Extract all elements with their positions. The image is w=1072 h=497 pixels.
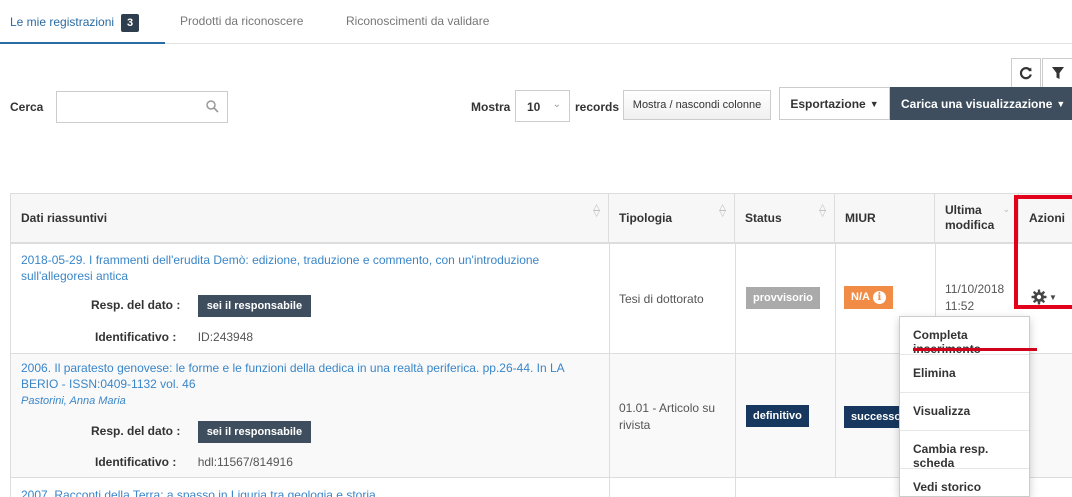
export-label: Esportazione — [790, 96, 866, 111]
search-icon — [206, 100, 219, 113]
search-label: Cerca — [10, 100, 44, 114]
identifier-label: Identificativo : — [95, 455, 177, 469]
export-button[interactable]: Esportazione ▼ — [779, 87, 890, 120]
filter-button[interactable] — [1042, 58, 1072, 88]
records-label: records — [575, 100, 620, 114]
menu-item-delete[interactable]: Elimina — [900, 366, 1029, 380]
record-title-link[interactable]: 2006. Il paratesto genovese: le forme e … — [21, 360, 591, 392]
record-title-link[interactable]: 2018-05-29. I frammenti dell'erudita Dem… — [21, 252, 591, 284]
tab-label: Riconoscimenti da validare — [346, 14, 490, 28]
responsible-button[interactable]: sei il responsabile — [197, 421, 312, 443]
identifier-field: Identificativo : hdl:11567/814916 — [95, 455, 293, 469]
type-value: Tesi di dottorato — [619, 292, 704, 306]
menu-item-view[interactable]: Visualizza — [900, 404, 1029, 418]
header-label: Status — [745, 211, 782, 225]
refresh-button[interactable] — [1011, 58, 1041, 88]
column-header-status[interactable]: Status △ ▽ — [735, 194, 835, 244]
header-label: MIUR — [845, 211, 876, 225]
responsible-button[interactable]: sei il responsabile — [197, 295, 312, 317]
author-link[interactable]: Pastorini, Anna Maria — [21, 395, 126, 407]
show-label: Mostra — [471, 100, 511, 114]
record-title-link[interactable]: 2007. Racconti della Terra: a spasso in … — [21, 487, 591, 497]
status-badge: definitivo — [746, 405, 809, 427]
resp-label: Resp. del dato : — [91, 298, 181, 312]
last-modified: 11/10/2018 11:52 — [945, 281, 1004, 315]
column-header-miur[interactable]: MIUR — [835, 194, 935, 244]
load-view-button[interactable]: Carica una visualizzazione ▼ — [890, 87, 1072, 120]
tab-label: Le mie registrazioni — [10, 15, 115, 30]
toggle-columns-label: Mostra / nascondi colonne — [632, 99, 762, 111]
type-value: 01.01 - Articolo su rivista — [619, 401, 716, 432]
toggle-columns-button[interactable]: Mostra / nascondi colonne — [623, 90, 771, 120]
info-icon: i — [872, 291, 886, 304]
tab-bar: Le mie registrazioni 3 Prodotti da ricono… — [0, 0, 1072, 44]
page-size-select[interactable]: 10 ⌄ — [515, 90, 570, 122]
highlight-annotation — [1014, 195, 1072, 309]
resp-label: Resp. del dato : — [91, 424, 181, 438]
highlight-underline — [913, 348, 1037, 351]
header-label: Dati riassuntivi — [21, 211, 108, 225]
load-view-label: Carica una visualizzazione — [901, 96, 1053, 111]
menu-divider — [900, 430, 1029, 431]
count-badge: 3 — [121, 14, 140, 32]
resp-field: Resp. del dato : sei il responsabile — [91, 295, 312, 317]
status-badge: provvisorio — [746, 287, 820, 309]
tab-products-to-recognize[interactable]: Prodotti da riconoscere — [180, 14, 303, 28]
modified-date: 11/10/2018 — [945, 282, 1005, 296]
miur-value: N/A — [851, 291, 870, 303]
menu-item-complete-entry[interactable]: Completa inserimento — [900, 328, 1029, 356]
page-size-value: 10 — [527, 100, 541, 114]
column-header-type[interactable]: Tipologia △ ▽ — [609, 194, 735, 244]
identifier-value: hdl:11567/814916 — [197, 455, 293, 469]
column-header-last-modified[interactable]: Ultima modifica ⌄ — [935, 194, 1019, 244]
caret-down-icon: ▼ — [1056, 98, 1066, 109]
modified-time: 11:52 — [945, 299, 975, 313]
chevron-down-icon: ⌄ — [552, 99, 561, 110]
active-tab-indicator — [0, 42, 165, 44]
menu-item-view-history[interactable]: Vedi storico — [900, 480, 1029, 494]
search-input[interactable] — [57, 92, 197, 122]
caret-down-icon: ▼ — [869, 98, 879, 109]
menu-divider — [900, 354, 1029, 355]
tab-recognitions-to-validate[interactable]: Riconoscimenti da validare — [346, 14, 489, 28]
column-header-summary[interactable]: Dati riassuntivi △ ▽ — [11, 194, 609, 244]
sort-icon: △ ▽ — [593, 202, 600, 218]
tab-my-registrations[interactable]: Le mie registrazioni 3 — [10, 14, 140, 32]
tab-label: Prodotti da riconoscere — [180, 14, 304, 28]
menu-divider — [900, 392, 1029, 393]
search-field[interactable] — [56, 91, 228, 123]
menu-divider — [900, 468, 1029, 469]
sort-icon: △ ▽ — [819, 202, 826, 218]
header-label: Ultima modifica — [945, 203, 995, 232]
identifier-label: Identificativo : — [95, 330, 177, 344]
identifier-value: ID:243948 — [197, 330, 254, 344]
chevron-down-icon: ⌄ — [1002, 204, 1010, 214]
refresh-icon — [1019, 67, 1032, 80]
miur-badge[interactable]: N/A i — [844, 286, 893, 309]
actions-dropdown-menu: Completa inserimento Elimina Visualizza … — [899, 316, 1030, 497]
resp-field: Resp. del dato : sei il responsabile — [91, 421, 312, 443]
filter-icon — [1051, 66, 1064, 79]
sort-icon: △ ▽ — [719, 202, 726, 218]
identifier-field: Identificativo : ID:243948 — [95, 330, 253, 344]
menu-item-change-responsible[interactable]: Cambia resp. scheda — [900, 442, 1029, 470]
header-label: Tipologia — [619, 211, 673, 225]
